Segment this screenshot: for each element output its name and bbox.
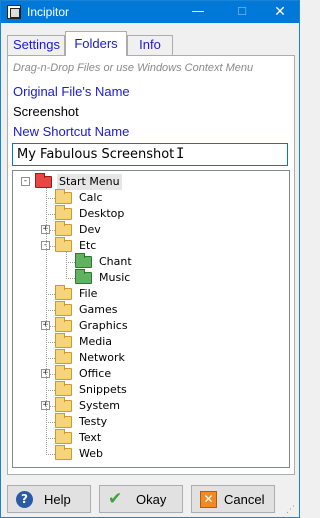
- green-folder-icon: [75, 269, 92, 284]
- tree-connector: [46, 188, 47, 455]
- app-window: Incipitor — ☐ ✕ Settings Folders Info Dr…: [0, 0, 300, 518]
- checkmark-icon: ✔: [108, 489, 123, 509]
- okay-button[interactable]: ✔ Okay: [99, 485, 183, 513]
- folder-icon: [55, 221, 72, 236]
- tree-item-label: Music: [99, 271, 131, 284]
- tab-folders[interactable]: Folders: [65, 31, 127, 56]
- tree-item-label: Graphics: [79, 319, 128, 332]
- folder-tree[interactable]: Start Menu - Calc Desktop Dev + Etc - Chant Music…: [12, 170, 290, 468]
- folder-icon: [55, 381, 72, 396]
- tree-connector: [66, 252, 67, 279]
- help-icon: ?: [16, 491, 33, 508]
- tree-connector: [46, 390, 55, 391]
- folder-icon: [55, 333, 72, 348]
- cancel-button[interactable]: ✕ Cancel: [191, 485, 275, 513]
- cancel-icon: ✕: [200, 491, 217, 508]
- okay-button-label: Okay: [136, 492, 167, 507]
- tree-connector: [46, 438, 55, 439]
- folder-icon: [55, 301, 72, 316]
- folder-icon: [55, 397, 72, 412]
- tree-item-label: Games: [79, 303, 118, 316]
- original-name-value: Screenshot: [13, 104, 79, 119]
- red-folder-icon: [35, 173, 52, 188]
- folder-icon: [55, 365, 72, 380]
- minimize-button[interactable]: —: [181, 1, 215, 23]
- tree-connector: [46, 214, 55, 215]
- tab-settings[interactable]: Settings: [7, 35, 65, 55]
- tree-item-label: Desktop: [79, 207, 125, 220]
- tree-item-label: Snippets: [79, 383, 127, 396]
- resize-grip-icon[interactable]: ⋰: [286, 504, 296, 514]
- folder-icon: [55, 285, 72, 300]
- help-button[interactable]: ? Help: [7, 485, 91, 513]
- window-title: Incipitor: [27, 5, 70, 19]
- folder-icon: [55, 429, 72, 444]
- cancel-button-label: Cancel: [224, 492, 265, 507]
- text-cursor-icon: I: [176, 146, 185, 162]
- tree-connector: [46, 358, 55, 359]
- tree-item-label: Start Menu: [57, 174, 122, 190]
- help-button-label: Help: [44, 492, 71, 507]
- folder-icon: [55, 317, 72, 332]
- app-icon: [7, 5, 21, 19]
- tree-item-label: Chant: [99, 255, 132, 268]
- shortcut-name-label: New Shortcut Name: [13, 124, 130, 139]
- tree-connector: [66, 278, 75, 279]
- tree-item-label: Text: [79, 431, 102, 444]
- tree-item-label: File: [79, 287, 98, 300]
- folder-icon: [55, 205, 72, 220]
- collapse-icon[interactable]: -: [21, 177, 30, 186]
- tree-connector: [46, 422, 55, 423]
- tree-item-label: Testy: [79, 415, 108, 428]
- green-folder-icon: [75, 253, 92, 268]
- tree-connector: [46, 294, 55, 295]
- close-button[interactable]: ✕: [263, 1, 297, 23]
- tree-item-label: System: [79, 399, 121, 412]
- tree-connector: [46, 198, 55, 199]
- folder-icon: [55, 413, 72, 428]
- title-bar[interactable]: Incipitor — ☐ ✕: [1, 1, 299, 23]
- tree-item-label: Media: [79, 335, 113, 348]
- tree-item-label: Dev: [79, 223, 101, 236]
- tree-item-label: Network: [79, 351, 125, 364]
- tree-connector: [46, 454, 55, 455]
- tree-connector: [46, 342, 55, 343]
- folder-icon: [55, 349, 72, 364]
- tree-item-label: Office: [79, 367, 112, 380]
- shortcut-name-input[interactable]: [12, 143, 288, 166]
- tree-item-label: Etc: [79, 239, 97, 252]
- folder-icon: [55, 445, 72, 460]
- folder-icon: [55, 189, 72, 204]
- maximize-button[interactable]: ☐: [225, 1, 259, 23]
- tree-connector: [66, 262, 75, 263]
- tree-connector: [46, 310, 55, 311]
- original-name-label: Original File's Name: [13, 84, 130, 99]
- tab-strip: Settings Folders Info: [7, 31, 293, 56]
- folders-panel: Drag-n-Drop Files or use Windows Context…: [7, 55, 295, 475]
- drag-drop-hint: Drag-n-Drop Files or use Windows Context…: [13, 62, 254, 74]
- tree-item-label: Web: [79, 447, 103, 460]
- folder-icon: [55, 237, 72, 252]
- tree-item-label: Calc: [79, 191, 103, 204]
- tab-info[interactable]: Info: [127, 35, 173, 55]
